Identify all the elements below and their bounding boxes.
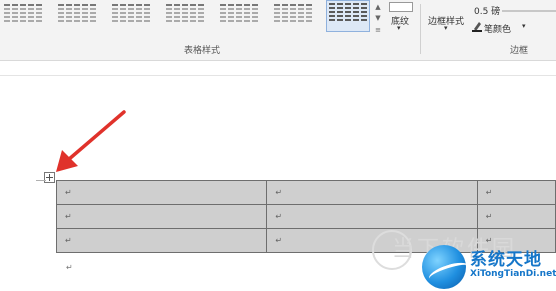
pen-color-icon — [472, 22, 482, 32]
table-style-option[interactable] — [218, 2, 260, 26]
pen-color-dropdown[interactable]: 笔颜色 ▾ — [472, 21, 556, 35]
logo-english-text: XiTongTianDi.net — [470, 269, 556, 279]
table-style-preview-icon — [58, 4, 96, 22]
table-style-option[interactable] — [2, 2, 44, 26]
gallery-scroll-up-icon[interactable]: ▲ — [373, 2, 383, 12]
ribbon-group-divider — [420, 4, 421, 54]
table-style-preview-icon — [4, 4, 42, 22]
site-logo: 系统天地 XiTongTianDi.net — [422, 243, 556, 291]
margin-marker — [36, 180, 46, 181]
paragraph-mark: ↵ — [66, 263, 73, 272]
red-arrow-annotation — [56, 110, 126, 172]
table-row: ↵ ↵ ↵ — [55, 180, 556, 205]
shading-button[interactable]: 底纹 ▾ — [387, 2, 417, 36]
chevron-down-icon: ▾ — [397, 24, 401, 32]
table-style-preview-icon — [220, 4, 258, 22]
ribbon: ▲ ▼ ≡ 表格样式 底纹 ▾ 边框样式 ▾ 0.5 磅 笔颜色 ▾ 边框 — [0, 0, 556, 61]
table-style-preview-icon — [274, 4, 312, 22]
chevron-down-icon: ▾ — [522, 22, 526, 30]
table-style-option[interactable] — [110, 2, 152, 26]
table-cell[interactable]: ↵ — [476, 204, 556, 229]
table-styles-gallery — [0, 0, 385, 40]
table-style-option[interactable] — [56, 2, 98, 26]
table-cell[interactable]: ↵ — [55, 180, 268, 205]
table-cell[interactable]: ↵ — [266, 204, 478, 229]
table-styles-group-label: 表格样式 — [184, 46, 221, 56]
table-style-option[interactable] — [272, 2, 314, 26]
gallery-more-icon[interactable]: ≡ — [373, 25, 383, 35]
shading-icon — [389, 2, 413, 12]
border-styles-button[interactable]: 边框样式 ▾ — [428, 8, 468, 38]
logo-chinese-text: 系统天地 — [470, 250, 542, 270]
table-style-preview-icon — [166, 4, 204, 22]
table-cell[interactable]: ↵ — [55, 204, 268, 229]
gallery-scroll-down-icon[interactable]: ▼ — [373, 13, 383, 23]
table-cell[interactable]: ↵ — [476, 180, 556, 205]
line-weight-value: 0.5 磅 — [474, 7, 501, 17]
borders-group-label: 边框 — [510, 46, 529, 56]
table-style-option[interactable] — [164, 2, 206, 26]
table-cell[interactable]: ↵ — [55, 228, 268, 253]
table-style-preview-icon — [329, 3, 367, 21]
ruler-separator — [0, 75, 556, 76]
chevron-down-icon: ▾ — [444, 24, 448, 32]
table-cell[interactable]: ↵ — [266, 180, 478, 205]
table-style-preview-icon — [112, 4, 150, 22]
line-weight-dropdown[interactable]: 0.5 磅 — [472, 3, 556, 17]
pen-color-label: 笔颜色 — [484, 25, 512, 35]
table-move-handle-icon[interactable] — [44, 172, 55, 183]
table-style-option[interactable] — [326, 0, 370, 32]
table-row: ↵ ↵ ↵ — [55, 204, 556, 229]
